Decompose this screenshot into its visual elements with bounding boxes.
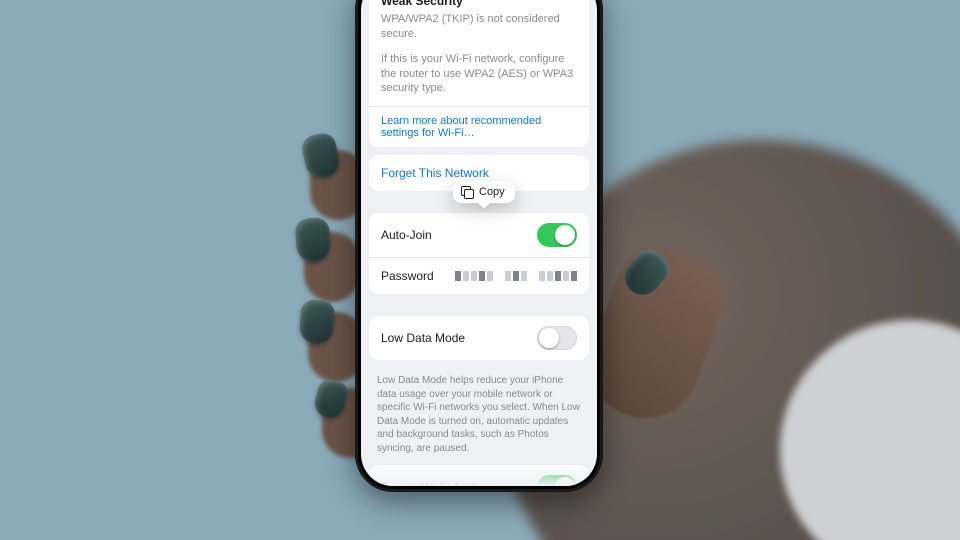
security-subtitle: WPA/WPA2 (TKIP) is not considered secure…	[381, 12, 577, 42]
private-address-toggle[interactable]	[537, 475, 577, 486]
private-address-card: Private Wi-Fi Address Wi-Fi Address	[369, 465, 589, 486]
auto-join-toggle[interactable]	[537, 223, 577, 247]
phone-screen: Weak Security WPA/WPA2 (TKIP) is not con…	[361, 0, 597, 486]
password-value-obscured	[455, 271, 577, 281]
security-warning-card: Weak Security WPA/WPA2 (TKIP) is not con…	[369, 0, 589, 147]
phone-frame: Weak Security WPA/WPA2 (TKIP) is not con…	[355, 0, 603, 492]
auto-join-label: Auto-Join	[381, 228, 432, 242]
auto-join-row: Auto-Join	[369, 213, 589, 257]
copy-label: Copy	[479, 186, 505, 198]
password-label: Password	[381, 269, 434, 283]
forget-network-label: Forget This Network	[381, 166, 489, 180]
security-advice: If this is your Wi-Fi network, configure…	[381, 52, 577, 97]
learn-more-link[interactable]: Learn more about recommended settings fo…	[381, 115, 541, 139]
password-row[interactable]: Password	[369, 258, 589, 294]
private-address-label: Private Wi-Fi Address	[381, 480, 496, 486]
fingernail	[295, 217, 332, 263]
low-data-toggle[interactable]	[537, 326, 577, 350]
private-address-row: Private Wi-Fi Address	[369, 465, 589, 486]
join-card: Auto-Join Password	[369, 213, 589, 294]
wifi-settings-scroll[interactable]: Weak Security WPA/WPA2 (TKIP) is not con…	[361, 0, 597, 486]
low-data-row: Low Data Mode	[369, 316, 589, 360]
security-title: Weak Security	[381, 0, 577, 8]
copy-popover[interactable]: Copy	[453, 181, 515, 203]
copy-icon	[461, 186, 473, 198]
low-data-note: Low Data Mode helps reduce your iPhone d…	[361, 368, 597, 459]
low-data-label: Low Data Mode	[381, 331, 465, 345]
low-data-card: Low Data Mode	[369, 316, 589, 360]
